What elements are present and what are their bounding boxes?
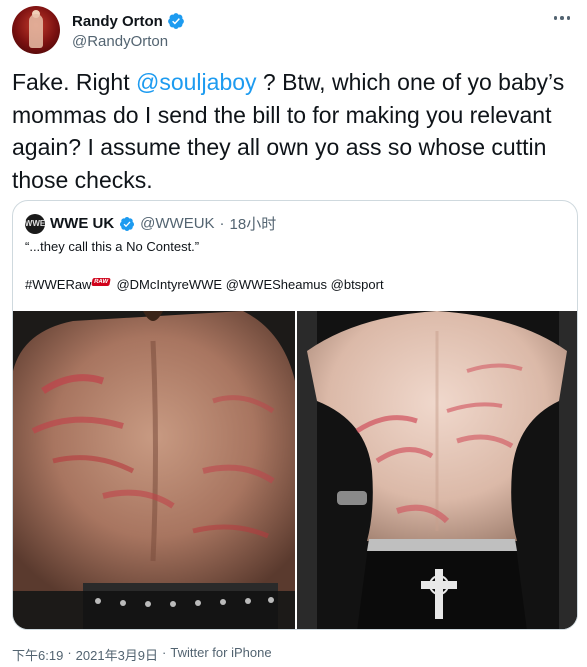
footer-time[interactable]: 下午6:19: [12, 645, 63, 664]
raw-hashflag-icon: RAW: [91, 277, 112, 286]
quoted-verified-badge-icon: [120, 216, 135, 231]
quoted-tweet[interactable]: WWE WWE UK @WWEUK · 18小时 “...they call t…: [12, 200, 578, 630]
quoted-text-line2: #WWERaw RAW @DMcIntyreWWE @WWESheamus @b…: [25, 277, 384, 292]
photo-right-image: [297, 311, 577, 629]
footer-separator: ·: [67, 645, 72, 660]
avatar-figure-body: [29, 14, 43, 48]
verified-badge-icon: [167, 13, 184, 29]
tweet-header: Randy Orton @RandyOrton: [12, 6, 575, 58]
quoted-separator: ·: [219, 215, 225, 232]
footer-separator-2: ·: [162, 645, 167, 660]
author-display-name[interactable]: Randy Orton: [72, 13, 163, 30]
author-name-line: Randy Orton: [72, 12, 185, 30]
quoted-avatar: WWE: [25, 213, 45, 234]
tweet-mention-link[interactable]: @souljaboy: [136, 69, 257, 95]
footer-date[interactable]: 2021年3月9日: [76, 645, 158, 664]
more-options-icon[interactable]: [551, 10, 573, 26]
quoted-handle: @WWEUK: [140, 215, 215, 232]
quoted-time: 18小时: [229, 216, 277, 233]
quoted-photo-grid: [13, 311, 577, 629]
quoted-photo-right[interactable]: [297, 311, 577, 629]
tweet-footer: 下午6:19 · 2021年3月9日 · Twitter for iPhone: [12, 645, 272, 664]
quoted-mentions: @DMcIntyreWWE @WWESheamus @btsport: [116, 277, 384, 292]
tweet-text-before: Fake. Right: [12, 69, 136, 95]
quoted-hashtag: #WWERaw: [25, 277, 92, 292]
quoted-display-name: WWE UK: [50, 215, 115, 232]
tweet-text: Fake. Right @souljaboy ? Btw, which one …: [12, 66, 572, 196]
footer-source[interactable]: Twitter for iPhone: [170, 645, 271, 664]
author-avatar[interactable]: [12, 6, 60, 54]
quoted-text-line1: “...they call this a No Contest.”: [25, 239, 200, 254]
author-handle[interactable]: @RandyOrton: [72, 33, 168, 50]
quoted-photo-left[interactable]: [13, 311, 295, 629]
quoted-tweet-header: WWE WWE UK @WWEUK · 18小时: [25, 213, 276, 234]
photo-left-image: [13, 311, 295, 629]
